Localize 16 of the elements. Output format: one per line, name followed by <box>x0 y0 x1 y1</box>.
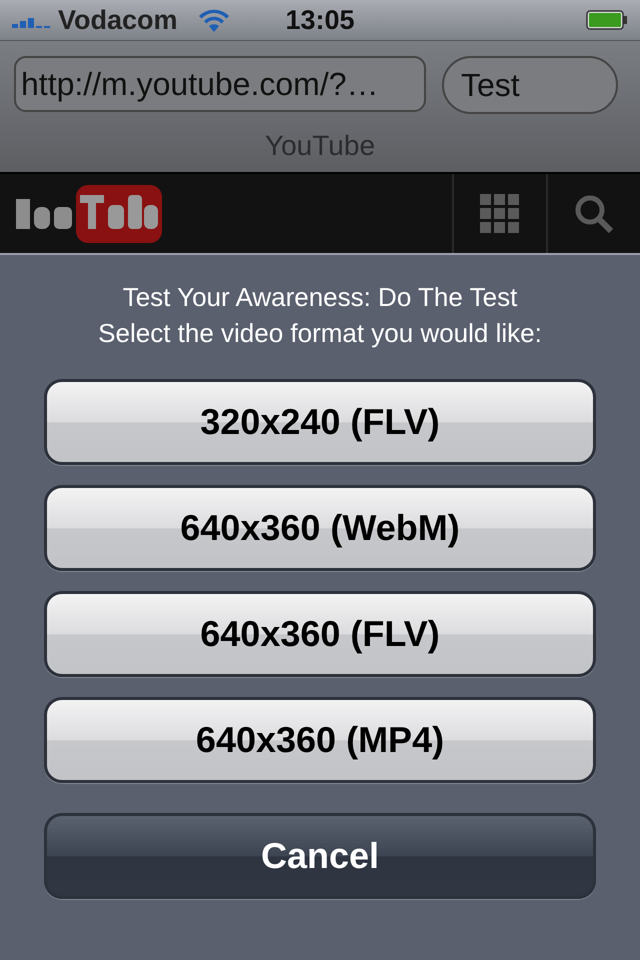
clock-time: 13:05 <box>285 4 355 36</box>
page-title: YouTube <box>264 130 376 162</box>
wifi-icon <box>198 8 230 32</box>
grid-icon[interactable] <box>480 194 520 234</box>
format-option-button[interactable]: 640x360 (MP4) <box>44 697 596 783</box>
cancel-button[interactable]: Cancel <box>44 813 596 899</box>
carrier-name: Vodacom <box>58 4 178 36</box>
sheet-title: Test Your Awareness: Do The Test <box>122 281 518 314</box>
sheet-message: Select the video format you would like: <box>98 317 542 350</box>
search-icon[interactable] <box>574 194 614 234</box>
format-option-button[interactable]: 640x360 (FLV) <box>44 591 596 677</box>
battery-icon <box>586 10 628 30</box>
search-field[interactable]: Test <box>442 56 618 114</box>
format-option-button[interactable]: 640x360 (WebM) <box>44 485 596 571</box>
address-field[interactable]: http://m.youtube.com/?… <box>14 56 426 112</box>
format-option-button[interactable]: 320x240 (FLV) <box>44 379 596 465</box>
